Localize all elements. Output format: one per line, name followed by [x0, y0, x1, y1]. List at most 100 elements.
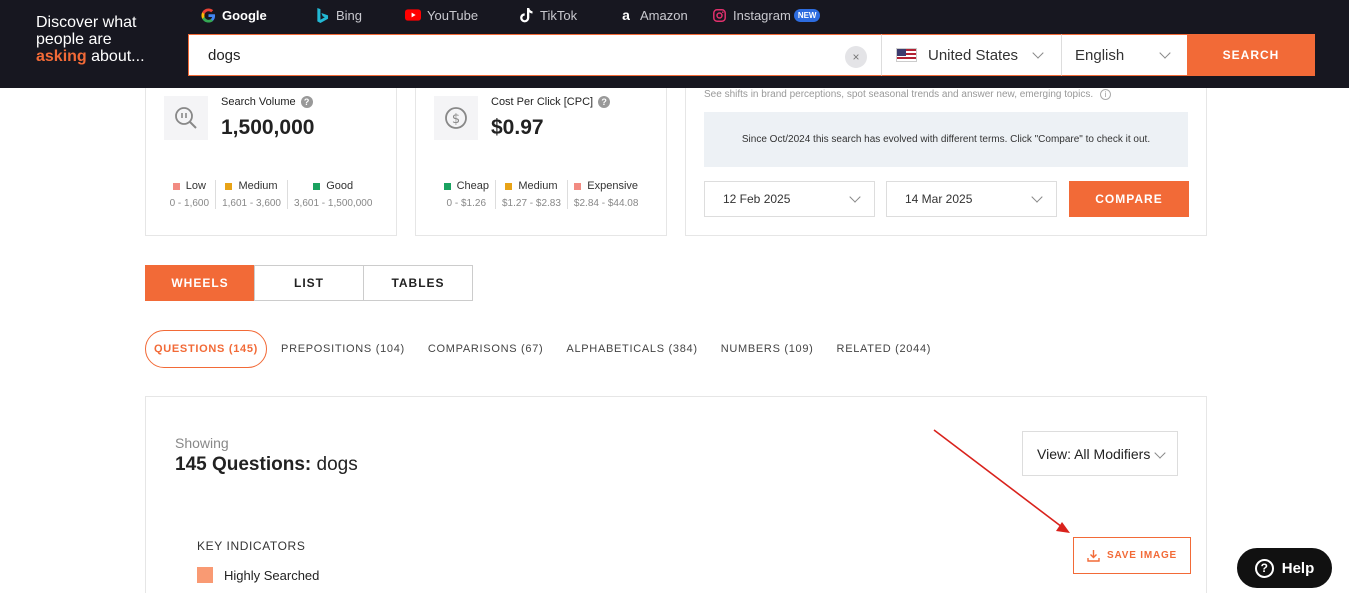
us-flag-icon	[896, 48, 917, 62]
good-swatch	[313, 182, 321, 190]
youtube-icon	[405, 7, 421, 23]
compare-card: See shifts in brand perceptions, spot se…	[685, 88, 1207, 236]
tagline: Discover what people are asking about...	[36, 14, 145, 65]
legend-name: Low	[185, 180, 206, 192]
help-circle-icon[interactable]: ?	[300, 96, 313, 108]
legend-item: Expensive $2.84 - $44.08	[568, 180, 645, 209]
country-select[interactable]: United States	[881, 34, 1061, 76]
engine-tab-tiktok[interactable]: TikTok	[518, 6, 577, 24]
engine-tab-instagram[interactable]: Instagram NEW	[711, 6, 821, 24]
legend-name: Medium	[238, 180, 278, 192]
highly-searched-swatch	[197, 567, 213, 583]
svg-text:$: $	[452, 112, 460, 127]
tab-related[interactable]: RELATED (2044)	[837, 343, 932, 355]
chevron-down-icon	[849, 191, 861, 203]
amazon-icon: a	[622, 7, 630, 23]
search-button[interactable]: SEARCH	[1187, 34, 1315, 76]
date-from-select[interactable]: 12 Feb 2025	[704, 181, 875, 217]
engine-tab-google[interactable]: Google	[194, 6, 273, 33]
clear-search-icon[interactable]: ×	[845, 46, 867, 68]
volume-gauge-icon	[164, 96, 208, 140]
compare-button[interactable]: COMPARE	[1069, 181, 1189, 217]
help-circle-icon[interactable]: ?	[598, 96, 611, 108]
trend-note-text: See shifts in brand perceptions, spot se…	[704, 89, 1094, 100]
info-icon[interactable]: i	[1100, 89, 1112, 100]
chevron-down-icon	[1032, 47, 1044, 59]
tab-questions[interactable]: QUESTIONS (145)	[145, 330, 268, 368]
legend-item: Medium 1,601 - 3,600	[216, 180, 288, 209]
legend-range: 3,601 - 1,500,000	[294, 198, 373, 209]
tagline-accent: asking	[36, 48, 87, 65]
save-image-label: SAVE IMAGE	[1106, 550, 1178, 561]
question-circle-icon: ?	[1254, 558, 1274, 578]
tab-alphabeticals[interactable]: ALPHABETICALS (384)	[566, 343, 697, 355]
engine-label-youtube: YouTube	[427, 7, 479, 23]
legend-range: $2.84 - $44.08	[573, 198, 639, 209]
engine-label-bing: Bing	[336, 7, 363, 23]
engine-label-amazon: Amazon	[640, 7, 688, 23]
modifier-value: View: All Modifiers	[1037, 445, 1151, 462]
search-volume-label-text: Search Volume	[221, 96, 296, 108]
legend-item: Good 3,601 - 1,500,000	[288, 180, 378, 209]
tagline-rest: about...	[86, 48, 145, 65]
download-icon	[1087, 550, 1100, 562]
results-title: 145 Questions: dogs	[175, 454, 358, 476]
country-label: United States	[928, 46, 1019, 64]
dollar-icon: $	[434, 96, 478, 140]
key-indicators-heading: KEY INDICATORS	[197, 539, 306, 553]
cheap-swatch	[443, 182, 451, 190]
search-volume-value: 1,500,000	[221, 116, 315, 139]
tab-prepositions[interactable]: PREPOSITIONS (104)	[281, 343, 405, 355]
category-tabs: QUESTIONS (145) PREPOSITIONS (104) COMPA…	[145, 330, 954, 368]
help-button[interactable]: ? Help	[1236, 547, 1333, 589]
cpc-label-text: Cost Per Click [CPC]	[491, 96, 594, 108]
results-panel: Showing 145 Questions: dogs View: All Mo…	[145, 396, 1207, 593]
tab-wheels[interactable]: WHEELS	[145, 265, 255, 301]
low-swatch	[172, 182, 180, 190]
view-tabs: WHEELS LIST TABLES	[145, 265, 473, 301]
engine-tab-youtube[interactable]: YouTube	[405, 6, 478, 24]
legend-range: 0 - $1.26	[446, 198, 487, 209]
chevron-down-icon	[1154, 447, 1166, 459]
language-label: English	[1075, 46, 1125, 64]
language-select[interactable]: English	[1061, 34, 1187, 76]
date-from-value: 12 Feb 2025	[723, 192, 791, 206]
trend-note: See shifts in brand perceptions, spot se…	[704, 89, 1112, 100]
top-header: Discover what people are asking about...…	[0, 0, 1349, 88]
engine-tab-amazon[interactable]: a Amazon	[618, 6, 688, 24]
showing-label: Showing	[175, 435, 229, 451]
tab-tables[interactable]: TABLES	[363, 265, 473, 301]
google-icon	[200, 7, 216, 23]
save-image-button[interactable]: SAVE IMAGE	[1073, 537, 1191, 574]
medium-swatch	[225, 182, 233, 190]
results-term: dogs	[311, 454, 358, 475]
volume-legend: Low 0 - 1,600 Medium 1,601 - 3,600 Good …	[146, 180, 396, 209]
new-badge: NEW	[793, 8, 821, 22]
legend-name: Good	[326, 180, 354, 192]
legend-item: Cheap 0 - $1.26	[438, 180, 496, 209]
tab-comparisons[interactable]: COMPARISONS (67)	[428, 343, 544, 355]
help-label: Help	[1281, 559, 1315, 577]
expensive-swatch	[574, 182, 582, 190]
legend-item: Medium $1.27 - $2.83	[496, 180, 568, 209]
legend-name: Expensive	[587, 180, 639, 192]
legend-range: 1,601 - 3,600	[222, 198, 281, 209]
evolved-notice: Since Oct/2024 this search has evolved w…	[704, 112, 1188, 167]
engine-tab-bing[interactable]: Bing	[314, 6, 362, 24]
search-volume-card: Search Volume ? 1,500,000 Low 0 - 1,600 …	[145, 88, 397, 236]
date-to-select[interactable]: 14 Mar 2025	[886, 181, 1057, 217]
tab-numbers[interactable]: NUMBERS (109)	[721, 343, 814, 355]
engine-label-google: Google	[222, 7, 267, 23]
search-input[interactable]	[189, 35, 839, 75]
medium-swatch	[505, 182, 513, 190]
engine-label-tiktok: TikTok	[540, 7, 578, 23]
legend-range: $1.27 - $2.83	[501, 198, 561, 209]
tiktok-icon	[518, 7, 534, 23]
modifier-select[interactable]: View: All Modifiers	[1022, 431, 1178, 476]
cpc-label: Cost Per Click [CPC] ?	[491, 96, 611, 108]
chevron-down-icon	[1031, 191, 1043, 203]
tab-list[interactable]: LIST	[254, 265, 364, 301]
legend-range: 0 - 1,600	[169, 198, 210, 209]
date-to-value: 14 Mar 2025	[905, 192, 973, 206]
search-volume-label: Search Volume ?	[221, 96, 313, 108]
